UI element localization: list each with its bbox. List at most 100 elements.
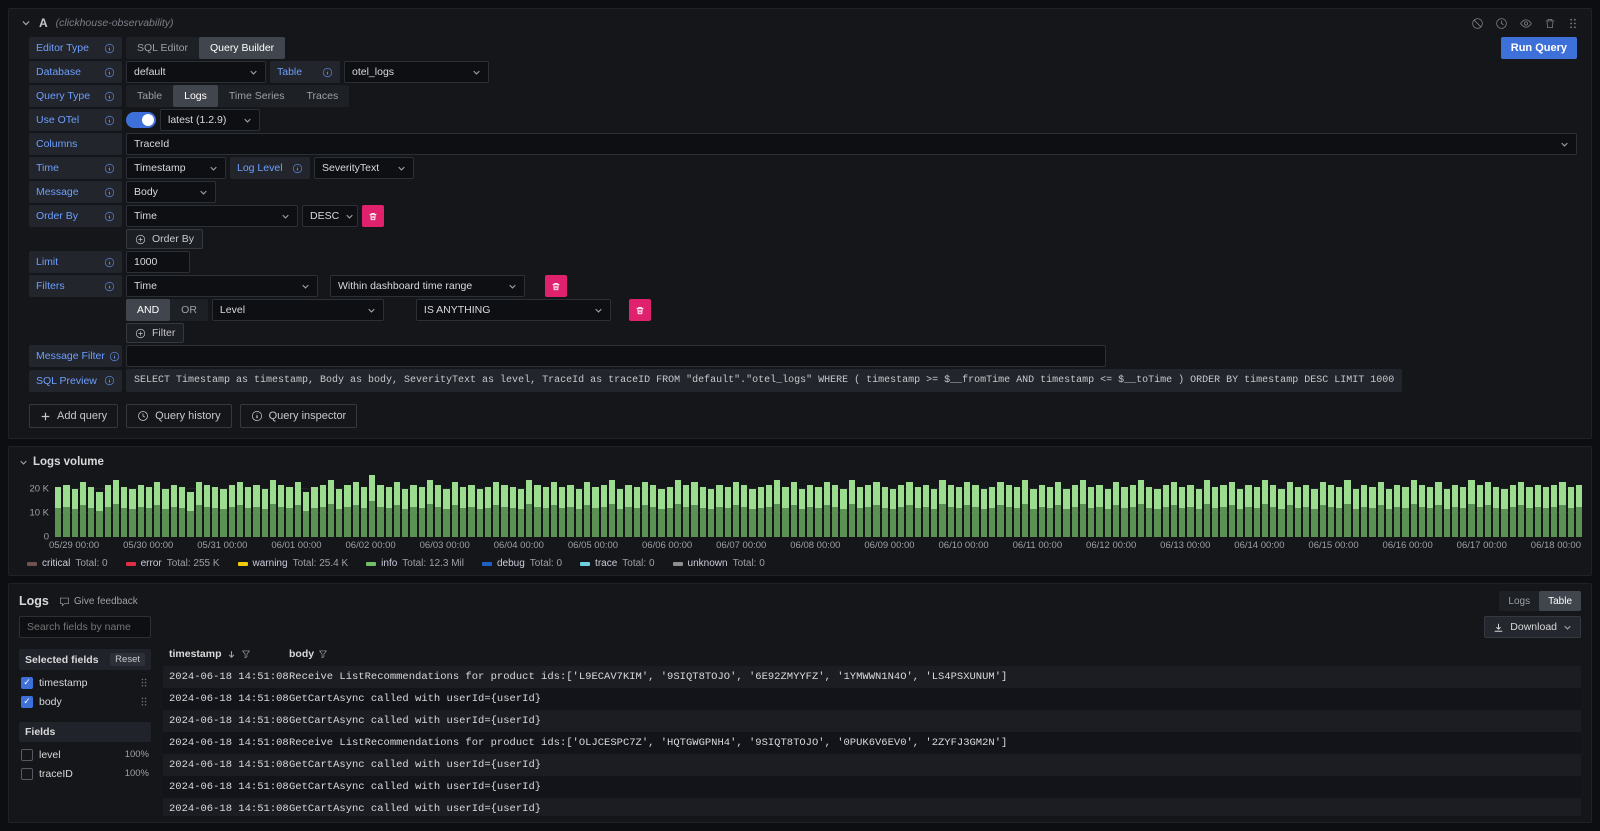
bool-or-option[interactable]: OR [170, 299, 208, 321]
volume-bar [1262, 480, 1268, 537]
filter2-operator-select[interactable]: IS ANYTHING [416, 299, 611, 321]
order-by-field-select[interactable]: Time [126, 205, 298, 227]
timestamp-column-header[interactable]: timestamp [163, 648, 289, 660]
info-icon[interactable] [104, 91, 115, 102]
selected-field-row: ✓body [19, 692, 151, 711]
delete-query-icon[interactable] [1544, 17, 1556, 30]
info-icon[interactable] [104, 257, 115, 268]
selected-fields-list: ✓timestamp✓body [19, 673, 151, 711]
columns-multiselect[interactable]: TraceId [126, 133, 1577, 155]
query-type-traces[interactable]: Traces [296, 85, 350, 107]
drag-query-handle-icon[interactable] [1567, 17, 1579, 30]
legend-item-warning[interactable]: warningTotal: 25.4 K [238, 558, 349, 569]
info-icon[interactable] [104, 163, 115, 174]
give-feedback-link[interactable]: Give feedback [59, 596, 138, 607]
log-row[interactable]: 2024-06-18 14:51:08GetCartAsync called w… [163, 776, 1581, 798]
query-inspector-button[interactable]: Query inspector [240, 404, 358, 428]
info-icon[interactable] [104, 43, 115, 54]
add-order-by-button[interactable]: Order By [126, 229, 203, 249]
run-query-button[interactable]: Run Query [1501, 37, 1577, 59]
log-row[interactable]: 2024-06-18 14:51:08Receive ListRecommend… [163, 732, 1581, 754]
filter1-operator-select[interactable]: Within dashboard time range [330, 275, 525, 297]
log-level-column-select[interactable]: SeverityText [314, 157, 414, 179]
body-column-header[interactable]: body [289, 648, 1581, 660]
logs-volume-panel: Logs volume 20 K10 K0 05/29 00:0005/30 0… [8, 446, 1592, 576]
order-by-direction-select[interactable]: DESC [302, 205, 358, 227]
legend-label: debug [497, 558, 525, 569]
sort-descending-icon[interactable] [226, 649, 237, 660]
legend-item-critical[interactable]: criticalTotal: 0 [27, 558, 108, 569]
info-icon[interactable] [104, 281, 115, 292]
checkbox-unchecked-icon[interactable] [21, 768, 33, 780]
filter-icon[interactable] [318, 649, 328, 659]
log-row[interactable]: 2024-06-18 14:51:08GetCartAsync called w… [163, 754, 1581, 776]
checkbox-checked-icon[interactable]: ✓ [21, 677, 33, 689]
use-otel-toggle[interactable] [126, 112, 156, 128]
info-icon[interactable] [292, 163, 303, 174]
filter2-field-select[interactable]: Level [212, 299, 384, 321]
add-query-button[interactable]: Add query [29, 404, 118, 428]
query-history-button[interactable]: Query history [126, 404, 231, 428]
download-button[interactable]: Download [1484, 616, 1581, 638]
drag-handle-icon[interactable] [139, 677, 149, 688]
legend-color-chip [482, 562, 492, 566]
drag-handle-icon[interactable] [139, 696, 149, 707]
log-row[interactable]: 2024-06-18 14:51:08GetCartAsync called w… [163, 688, 1581, 710]
table-select[interactable]: otel_logs [344, 61, 489, 83]
view-logs-option[interactable]: Logs [1499, 591, 1539, 611]
volume-bar [1080, 480, 1086, 537]
reset-fields-button[interactable]: Reset [110, 653, 145, 666]
query-history-icon[interactable] [1495, 17, 1508, 30]
message-column-select[interactable]: Body [126, 181, 216, 203]
volume-bar [642, 482, 648, 537]
info-circle-icon [251, 410, 263, 422]
volume-bar [303, 492, 309, 537]
info-icon[interactable] [104, 187, 115, 198]
view-table-option[interactable]: Table [1539, 591, 1581, 611]
query-builder-option[interactable]: Query Builder [199, 37, 285, 59]
log-row[interactable]: 2024-06-18 14:51:08GetCartAsync called w… [163, 798, 1581, 816]
info-icon[interactable] [322, 67, 333, 78]
remove-filter2-button[interactable] [629, 299, 651, 321]
logs-volume-header[interactable]: Logs volume [19, 453, 1581, 471]
remove-order-by-button[interactable] [362, 205, 384, 227]
database-select[interactable]: default [126, 61, 266, 83]
legend-item-info[interactable]: infoTotal: 12.3 Mil [366, 558, 464, 569]
filter1-field-select[interactable]: Time [126, 275, 318, 297]
remove-filter1-button[interactable] [545, 275, 567, 297]
info-icon[interactable] [104, 211, 115, 222]
volume-bar [700, 487, 706, 537]
legend-item-error[interactable]: errorTotal: 255 K [126, 558, 220, 569]
query-footer-toolbar: Add query Query history Query inspector [17, 394, 1583, 430]
legend-item-debug[interactable]: debugTotal: 0 [482, 558, 562, 569]
query-type-time-series[interactable]: Time Series [218, 85, 296, 107]
log-row[interactable]: 2024-06-18 14:51:08Receive ListRecommend… [163, 666, 1581, 688]
message-filter-input[interactable] [126, 345, 1106, 367]
search-fields-input[interactable] [19, 616, 151, 638]
volume-bar [427, 480, 433, 537]
info-icon[interactable] [109, 351, 120, 362]
limit-input[interactable] [126, 251, 190, 273]
bool-and-option[interactable]: AND [126, 299, 170, 321]
query-type-table[interactable]: Table [126, 85, 173, 107]
chevron-down-icon [472, 68, 481, 77]
disable-query-icon[interactable] [1471, 17, 1484, 30]
otel-version-select[interactable]: latest (1.2.9) [160, 109, 260, 131]
time-column-select[interactable]: Timestamp [126, 157, 226, 179]
sql-editor-option[interactable]: SQL Editor [126, 37, 199, 59]
info-icon[interactable] [104, 67, 115, 78]
filter-icon[interactable] [241, 649, 251, 659]
checkbox-checked-icon[interactable]: ✓ [21, 696, 33, 708]
collapse-query-icon[interactable] [21, 18, 31, 28]
log-row[interactable]: 2024-06-18 14:51:08GetCartAsync called w… [163, 710, 1581, 732]
legend-item-trace[interactable]: traceTotal: 0 [580, 558, 654, 569]
log-body-cell: Receive ListRecommendations for product … [289, 737, 1581, 749]
add-filter-button[interactable]: Filter [126, 323, 184, 343]
query-type-logs[interactable]: Logs [173, 85, 218, 107]
info-icon[interactable] [104, 115, 115, 126]
hide-response-icon[interactable] [1519, 17, 1533, 30]
info-icon[interactable] [104, 375, 115, 386]
legend-item-unknown[interactable]: unknownTotal: 0 [673, 558, 765, 569]
checkbox-unchecked-icon[interactable] [21, 749, 33, 761]
volume-bar [782, 487, 788, 537]
